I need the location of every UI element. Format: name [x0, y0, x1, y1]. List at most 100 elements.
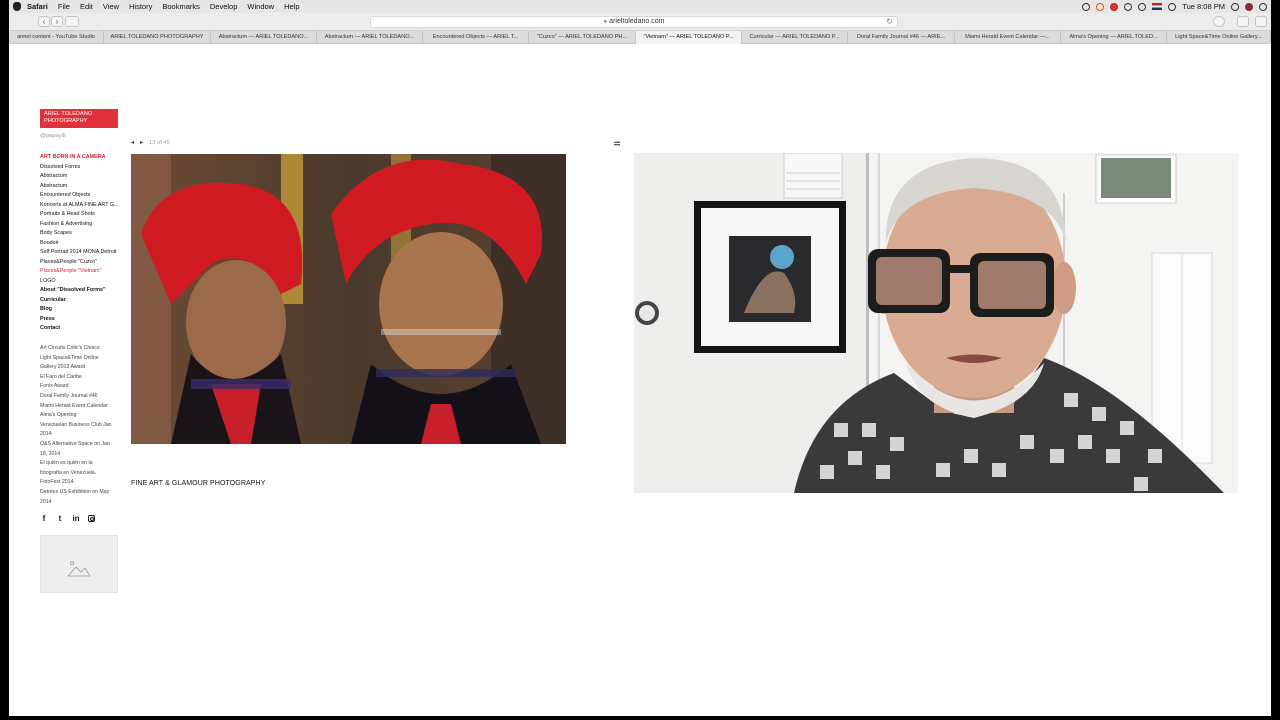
browser-toolbar: ‹ › ● arieltoledano.com ↻ [9, 13, 1271, 31]
close-status-icon[interactable] [1110, 2, 1119, 11]
lock-icon: ● [603, 19, 608, 25]
tab[interactable]: annel content - YouTube Studio [9, 31, 104, 44]
sidebar-icon[interactable] [65, 16, 79, 27]
nav-item[interactable]: Places&People "Cuzco" [40, 258, 120, 268]
site-logo[interactable]: ARIEL TOLEDANO PHOTOGRAPHY [40, 109, 118, 128]
social-links: f t in [40, 514, 95, 523]
site-nav: ART BORN IN A CAMERA Dissolved Forms Abstr… [40, 153, 120, 334]
press-link[interactable]: Fonix Award [40, 382, 120, 392]
menu-bookmarks[interactable]: Bookmarks [162, 2, 200, 11]
gallery-caption: FINE ART & GLAMOUR PHOTOGRAPHY [131, 480, 266, 487]
address-bar[interactable]: ● arieltoledano.com ↻ [370, 16, 898, 28]
web-page: ARIEL TOLEDANO PHOTOGRAPHY @papayili ART… [9, 44, 1271, 716]
battery-icon[interactable] [1168, 2, 1177, 11]
notification-center-icon[interactable] [1259, 2, 1267, 11]
nav-item[interactable]: Boudoir [40, 239, 120, 249]
back-button[interactable]: ‹ [38, 16, 50, 27]
tab-bar: annel content - YouTube Studio ARIEL TOL… [9, 31, 1271, 44]
nav-item[interactable]: Encountered Objects [40, 191, 120, 201]
linkedin-icon[interactable]: in [72, 514, 80, 523]
twitter-icon[interactable]: t [56, 514, 64, 523]
facebook-icon[interactable]: f [40, 514, 48, 523]
press-link[interactable]: Art Circuits Critic's Choice [40, 344, 120, 354]
nav-item[interactable]: About "Dissolved Forms" [40, 286, 120, 296]
record-icon[interactable] [1082, 2, 1091, 11]
site-handle: @papayili [40, 133, 66, 139]
nav-item[interactable]: Portraits & Head Shots [40, 210, 120, 220]
press-link[interactable]: El quién es quién en la [40, 459, 120, 469]
press-link[interactable]: Doral Family Journal #46 [40, 392, 120, 402]
downloads-icon[interactable] [1213, 16, 1225, 27]
airplay-icon[interactable] [1124, 2, 1133, 11]
press-link[interactable]: Light Space&Time Online [40, 354, 120, 364]
browser-window: Safari File Edit View History Bookmarks … [9, 0, 1271, 716]
tab[interactable]: Abstractum — ARIEL TOLEDANO... [211, 31, 317, 44]
webcam-overlay [634, 153, 1238, 493]
nav-item[interactable]: Self Portrait 2014 MONA Detroit [40, 248, 120, 258]
tab[interactable]: ARIEL TOLEDANO PHOTOGRAPHY [104, 31, 211, 44]
tab[interactable]: Encountered Objects — ARIEL T... [423, 31, 529, 44]
nav-item[interactable]: Press [40, 315, 120, 325]
tab[interactable]: Abstractum — ARIEL TOLEDANO... [317, 31, 423, 44]
press-link[interactable]: Miami Herald Event Calendar [40, 402, 120, 412]
forward-button[interactable]: › [51, 16, 63, 27]
menu-develop[interactable]: Develop [210, 2, 238, 11]
reload-icon[interactable]: ↻ [886, 17, 893, 27]
prev-arrow-icon[interactable]: ◂ [131, 139, 134, 146]
wifi-icon[interactable] [1138, 2, 1147, 11]
menu-history[interactable]: History [129, 2, 152, 11]
nav-item[interactable]: Contact [40, 324, 120, 334]
search-icon[interactable] [1231, 2, 1239, 11]
apple-icon[interactable] [13, 2, 21, 11]
grid-view-icon[interactable] [614, 141, 620, 146]
press-link[interactable]: 2014 [40, 430, 120, 440]
image-placeholder [40, 535, 118, 593]
tab[interactable]: Curricular — ARIEL TOLEDANO P... [742, 31, 848, 44]
tab-active[interactable]: "Vietnam" — ARIEL TOLEDANO P... [636, 31, 742, 44]
nav-item[interactable]: Fashion & Advertising [40, 220, 120, 230]
nav-item[interactable]: Blog [40, 305, 120, 315]
screen: Safari File Edit View History Bookmarks … [0, 0, 1280, 720]
menu-app[interactable]: Safari [27, 2, 48, 11]
us-flag-icon[interactable] [1152, 3, 1163, 10]
menu-file[interactable]: File [58, 2, 70, 11]
status-area: Tue 8:08 PM [1082, 2, 1271, 11]
nav-item[interactable]: LOGO [40, 277, 120, 287]
user-avatar-icon[interactable] [1245, 2, 1253, 11]
clock[interactable]: Tue 8:08 PM [1182, 2, 1225, 11]
app-status-icon[interactable] [1096, 2, 1105, 11]
menu-window[interactable]: Window [247, 2, 274, 11]
next-arrow-icon[interactable]: ▸ [140, 139, 143, 146]
menu-edit[interactable]: Edit [80, 2, 93, 11]
press-link[interactable]: O&S Alternative Space on Jan [40, 440, 120, 450]
press-link[interactable]: 2014 [40, 498, 120, 508]
tab[interactable]: Light Space&Time Online Gallery... [1167, 31, 1271, 44]
instagram-icon[interactable] [88, 515, 95, 522]
press-link[interactable]: 18, 2014 [40, 450, 120, 460]
press-link[interactable]: El Faro del Caribe [40, 373, 120, 383]
nav-item[interactable]: Dissolved Forms [40, 163, 120, 173]
nav-item[interactable]: Places&People "Vietnam" [40, 267, 120, 277]
nav-item[interactable]: Abstractum [40, 182, 120, 192]
menu-bar: Safari File Edit View History Bookmarks … [9, 0, 1271, 13]
press-link[interactable]: Alma's Opening [40, 411, 120, 421]
tabs-overview-icon[interactable] [1255, 16, 1267, 27]
nav-item[interactable]: Koncerts at ALMA FINE ART G... [40, 201, 120, 211]
tab[interactable]: Miami Herald Event Calendar —... [955, 31, 1061, 44]
tab[interactable]: "Cuzco" — ARIEL TOLEDANO PH... [529, 31, 636, 44]
tab[interactable]: Alma's Opening — ARIEL TOLED... [1061, 31, 1167, 44]
share-icon[interactable] [1237, 16, 1249, 27]
nav-item[interactable]: Curricular [40, 296, 120, 306]
press-link[interactable]: fotografía en Venezuela. [40, 469, 120, 479]
nav-item[interactable]: Abstractum [40, 172, 120, 182]
nav-item[interactable]: Body Scapes [40, 229, 120, 239]
press-link[interactable]: Detrées US Exhibition on May [40, 488, 120, 498]
press-link[interactable]: FotoFest 2014 [40, 478, 120, 488]
nav-item[interactable]: ART BORN IN A CAMERA [40, 153, 120, 163]
press-link[interactable]: Venezuelan Business Club Jan [40, 421, 120, 431]
menu-view[interactable]: View [103, 2, 119, 11]
press-link[interactable]: Gallery 2013 Award [40, 363, 120, 373]
menu-help[interactable]: Help [284, 2, 299, 11]
gallery-photo[interactable] [131, 154, 566, 444]
tab[interactable]: Doral Family Journal #46 — ARIE... [848, 31, 955, 44]
